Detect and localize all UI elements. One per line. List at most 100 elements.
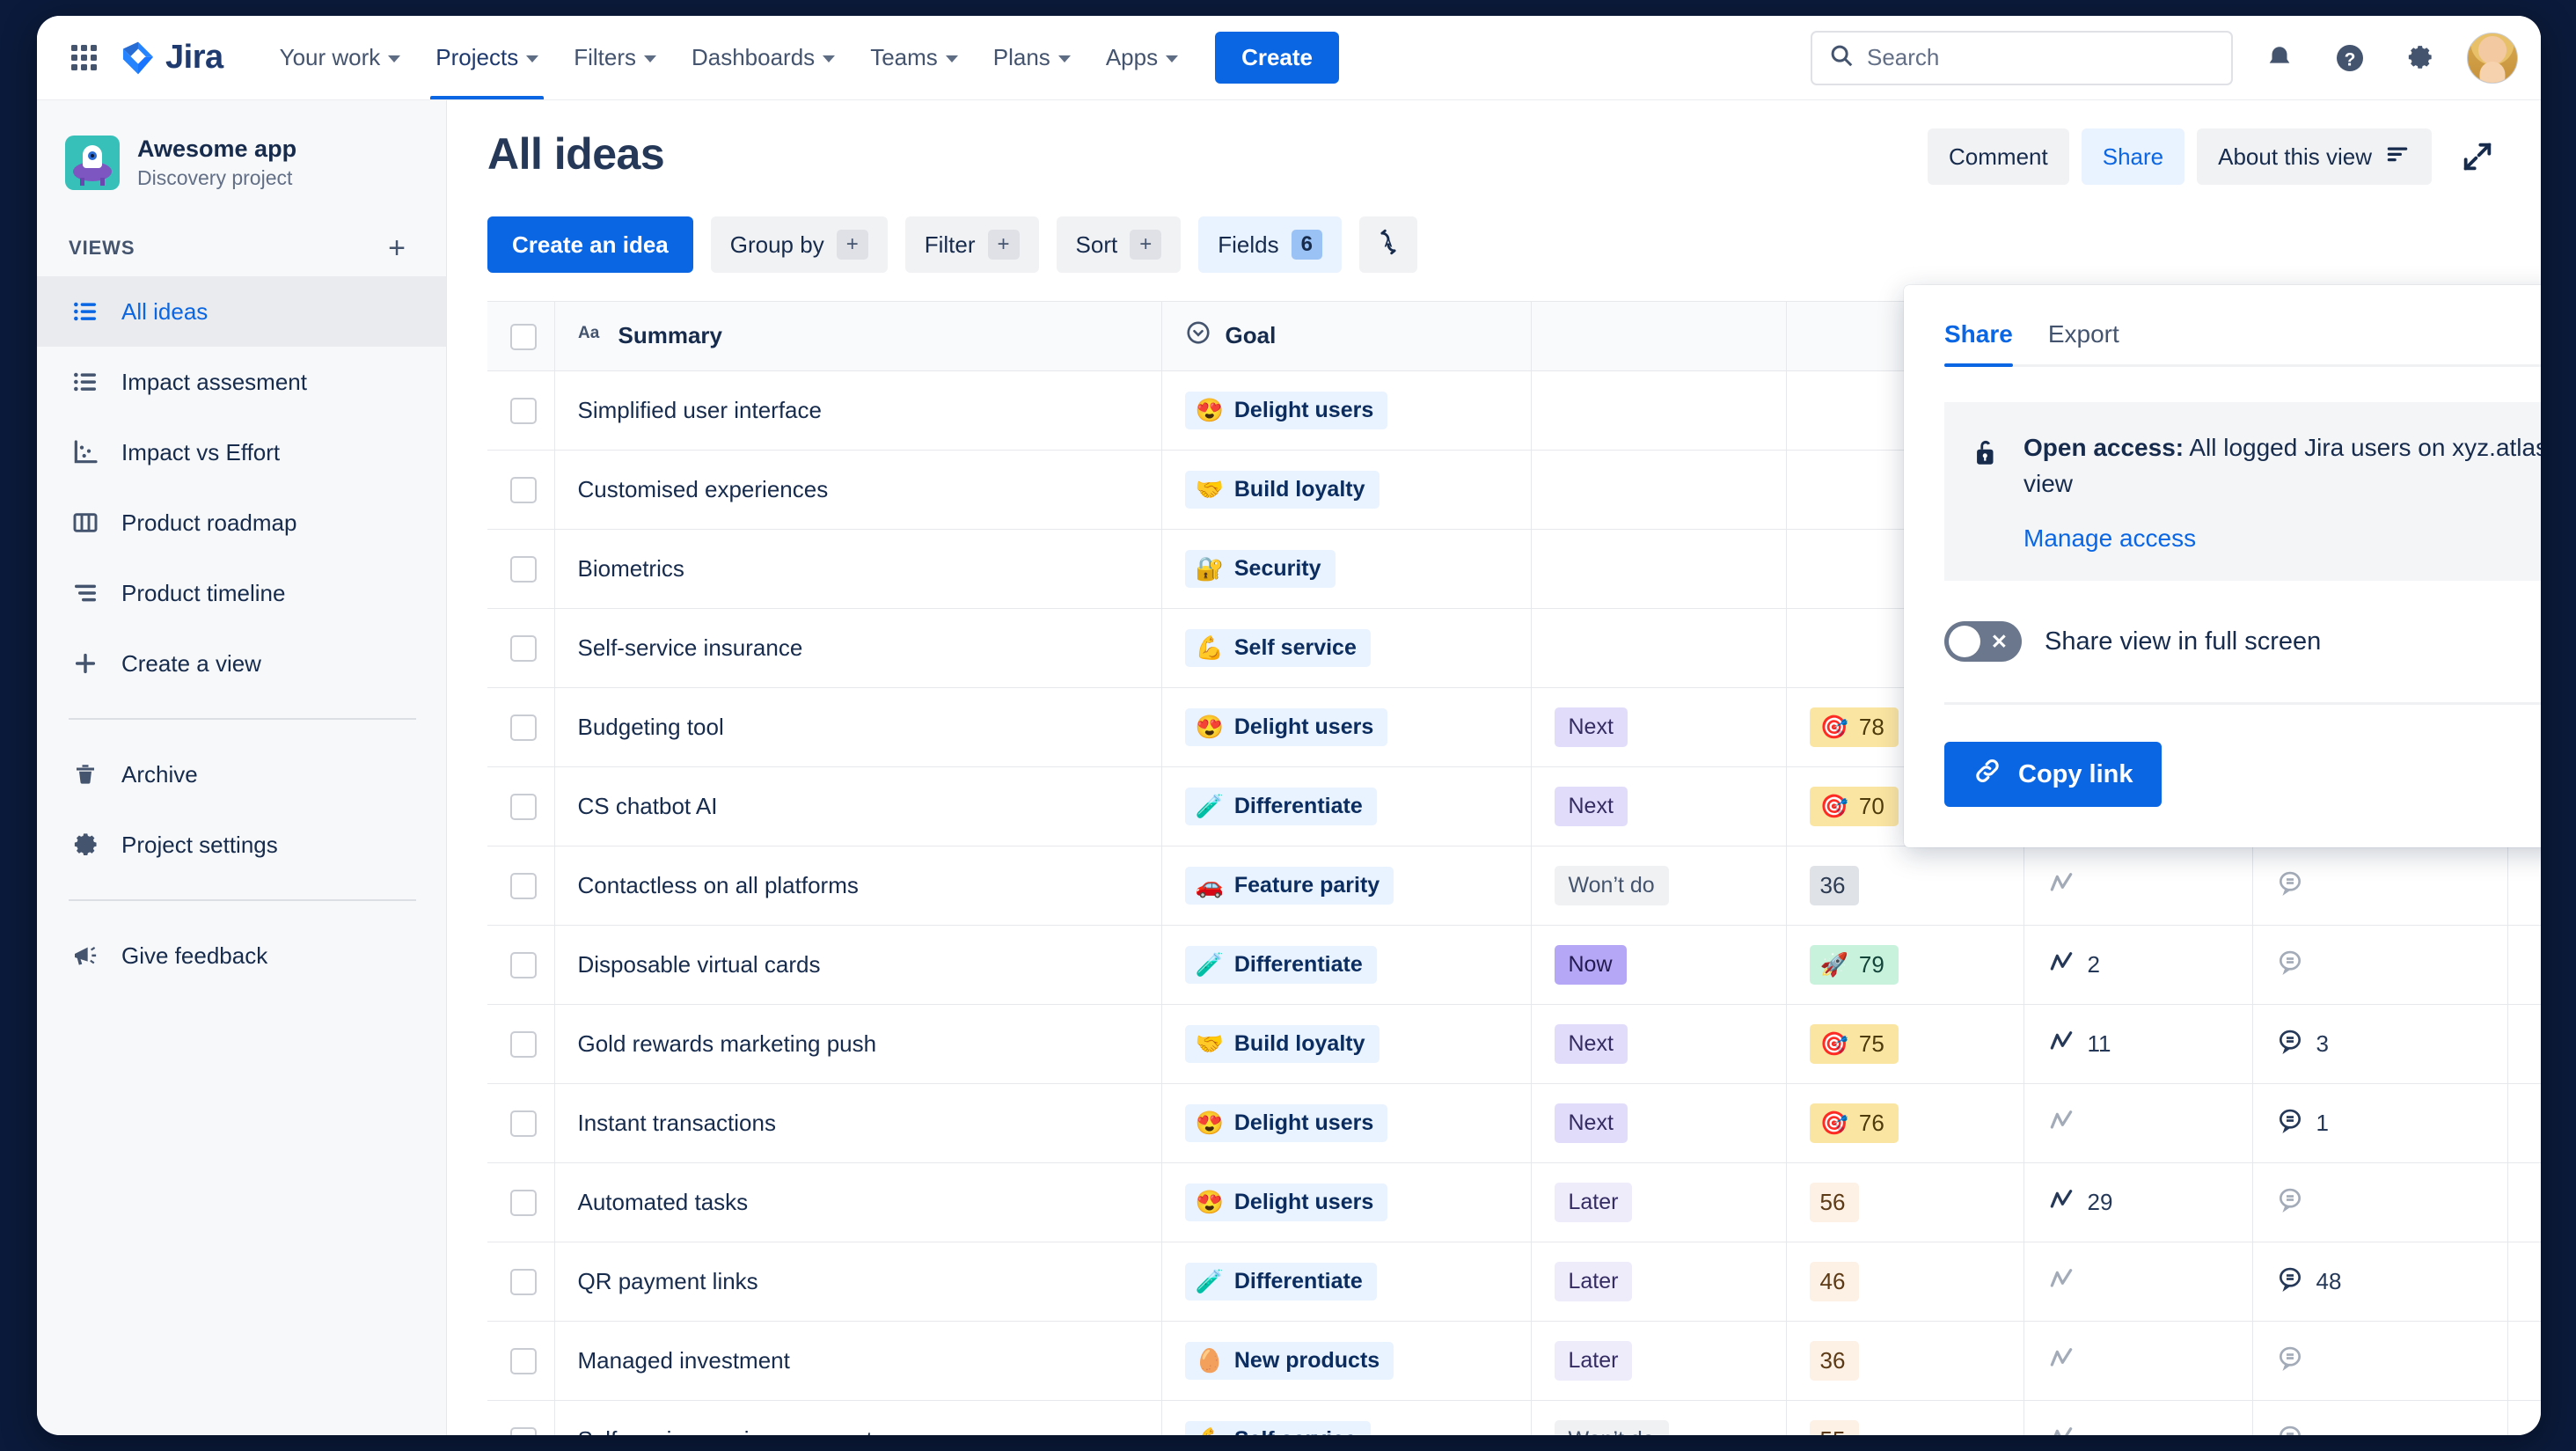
app-switcher-icon[interactable]: [63, 38, 104, 78]
cell-summary[interactable]: QR payment links: [554, 1242, 1162, 1322]
nav-item-filters[interactable]: Filters: [556, 17, 674, 99]
row-checkbox[interactable]: [510, 1031, 537, 1059]
cell-insights[interactable]: [2023, 1242, 2253, 1322]
expand-fullscreen-icon[interactable]: [2453, 132, 2502, 181]
create-button[interactable]: Create: [1215, 32, 1340, 84]
sidebar-item-product-timeline[interactable]: Product timeline: [37, 558, 446, 628]
cell-insights[interactable]: [2023, 846, 2253, 926]
help-icon[interactable]: ?: [2326, 34, 2374, 82]
cell-insights[interactable]: [2023, 1321, 2253, 1401]
cell-insights[interactable]: 11: [2023, 1004, 2253, 1084]
cell-goal[interactable]: 😍 Delight users: [1161, 687, 1532, 767]
group-by-button[interactable]: Group by +: [710, 216, 888, 273]
jira-home-link[interactable]: Jira: [120, 39, 223, 77]
cell-summary[interactable]: Automated tasks: [554, 1162, 1162, 1242]
notifications-icon[interactable]: [2256, 34, 2303, 82]
cell-goal[interactable]: 😍 Delight users: [1161, 1162, 1532, 1242]
cell-status[interactable]: Next: [1531, 766, 1787, 846]
gear-icon[interactable]: [2397, 34, 2444, 82]
cell-goal[interactable]: 🤝 Build loyalty: [1161, 1004, 1532, 1084]
cell-comments[interactable]: 3: [2252, 1004, 2508, 1084]
cell-status[interactable]: [1531, 370, 1787, 451]
share-fullscreen-toggle[interactable]: ✕: [1944, 621, 2022, 663]
cell-summary[interactable]: Instant transactions: [554, 1083, 1162, 1163]
sidebar-item-product-roadmap[interactable]: Product roadmap: [37, 487, 446, 558]
cell-goal[interactable]: 🚗 Feature parity: [1161, 846, 1532, 926]
row-checkbox[interactable]: [510, 635, 537, 663]
sidebar-item-impact-vs-effort[interactable]: Impact vs Effort: [37, 417, 446, 487]
cell-score[interactable]: 55: [1786, 1400, 2024, 1435]
cell-comments[interactable]: 1: [2252, 1083, 2508, 1163]
cell-comments[interactable]: [2252, 846, 2508, 926]
row-checkbox[interactable]: [510, 1427, 537, 1435]
nav-item-apps[interactable]: Apps: [1088, 17, 1196, 99]
tab-export[interactable]: Export: [2048, 320, 2119, 364]
cell-comments[interactable]: [2252, 1321, 2508, 1401]
cell-comments[interactable]: [2252, 1400, 2508, 1435]
row-checkbox[interactable]: [510, 952, 537, 979]
row-checkbox[interactable]: [510, 1348, 537, 1375]
cell-insights[interactable]: [2023, 1083, 2253, 1163]
copy-link-button[interactable]: Copy link: [1944, 742, 2162, 808]
user-avatar[interactable]: [2467, 32, 2518, 84]
cell-score[interactable]: 46: [1786, 1242, 2024, 1322]
autosize-text-button[interactable]: A: [1358, 216, 1417, 273]
tab-share[interactable]: Share: [1944, 320, 2013, 367]
manage-access-link[interactable]: Manage access: [2023, 524, 2541, 553]
cell-score[interactable]: 🎯 76: [1786, 1083, 2024, 1163]
cell-status[interactable]: [1531, 450, 1787, 530]
cell-insights[interactable]: 29: [2023, 1162, 2253, 1242]
cell-summary[interactable]: Self service: savings accounts: [554, 1400, 1162, 1435]
cell-status[interactable]: Won’t do: [1531, 846, 1787, 926]
row-checkbox[interactable]: [510, 1269, 537, 1296]
cell-status[interactable]: Next: [1531, 1083, 1787, 1163]
cell-summary[interactable]: Simplified user interface: [554, 370, 1162, 451]
fields-button[interactable]: Fields 6: [1198, 216, 1342, 273]
cell-goal[interactable]: 😍 Delight users: [1161, 1083, 1532, 1163]
row-checkbox[interactable]: [510, 556, 537, 583]
cell-summary[interactable]: Budgeting tool: [554, 687, 1162, 767]
sort-button[interactable]: Sort +: [1056, 216, 1182, 273]
row-checkbox[interactable]: [510, 794, 537, 821]
table-row[interactable]: Contactless on all platforms 🚗 Feature par…: [487, 846, 2541, 926]
table-row[interactable]: QR payment links 🧪 Differentiate Later 46 48: [487, 1242, 2541, 1322]
sidebar-item-give-feedback[interactable]: Give feedback: [37, 920, 446, 991]
share-button[interactable]: Share: [2081, 128, 2185, 185]
row-checkbox[interactable]: [510, 477, 537, 504]
create-an-idea-button[interactable]: Create an idea: [487, 216, 693, 273]
row-checkbox[interactable]: [510, 715, 537, 742]
cell-status[interactable]: Won’t do: [1531, 1400, 1787, 1435]
cell-comments[interactable]: [2252, 925, 2508, 1005]
filter-button[interactable]: Filter +: [904, 216, 1039, 273]
cell-status[interactable]: [1531, 608, 1787, 688]
cell-goal[interactable]: 🔐 Security: [1161, 529, 1532, 609]
sidebar-item-all-ideas[interactable]: All ideas: [37, 276, 446, 348]
cell-insights[interactable]: 2: [2023, 925, 2253, 1005]
cell-summary[interactable]: Customised experiences: [554, 450, 1162, 530]
cell-goal[interactable]: 🧪 Differentiate: [1161, 1242, 1532, 1322]
cell-goal[interactable]: 💪 Self service: [1161, 608, 1532, 688]
cell-status[interactable]: Next: [1531, 687, 1787, 767]
table-row[interactable]: Disposable virtual cards 🧪 Differentiate No…: [487, 925, 2541, 1005]
about-this-view-button[interactable]: About this view: [2197, 128, 2432, 185]
comment-button[interactable]: Comment: [1928, 128, 2069, 185]
table-row[interactable]: Automated tasks 😍 Delight users Later 56 29: [487, 1162, 2541, 1242]
sidebar-item-create-a-view[interactable]: Create a view: [37, 628, 446, 699]
cell-status[interactable]: [1531, 529, 1787, 609]
cell-insights[interactable]: [2023, 1400, 2253, 1435]
column-header-summary[interactable]: Aa Summary: [554, 302, 1162, 371]
cell-summary[interactable]: Disposable virtual cards: [554, 925, 1162, 1005]
row-checkbox[interactable]: [510, 398, 537, 425]
cell-summary[interactable]: Biometrics: [554, 529, 1162, 609]
column-header-status[interactable]: [1531, 302, 1787, 371]
cell-status[interactable]: Later: [1531, 1321, 1787, 1401]
sidebar-item-project-settings[interactable]: Project settings: [37, 810, 446, 880]
cell-summary[interactable]: CS chatbot AI: [554, 766, 1162, 846]
sidebar-item-impact-assesment[interactable]: Impact assesment: [37, 347, 446, 417]
cell-goal[interactable]: 💪 Self service: [1161, 1400, 1532, 1435]
table-row[interactable]: Instant transactions 😍 Delight users Next 🎯 7…: [487, 1083, 2541, 1163]
add-view-plus-icon[interactable]: +: [377, 229, 416, 267]
cell-score[interactable]: 56: [1786, 1162, 2024, 1242]
cell-comments[interactable]: [2252, 1162, 2508, 1242]
cell-status[interactable]: Next: [1531, 1004, 1787, 1084]
